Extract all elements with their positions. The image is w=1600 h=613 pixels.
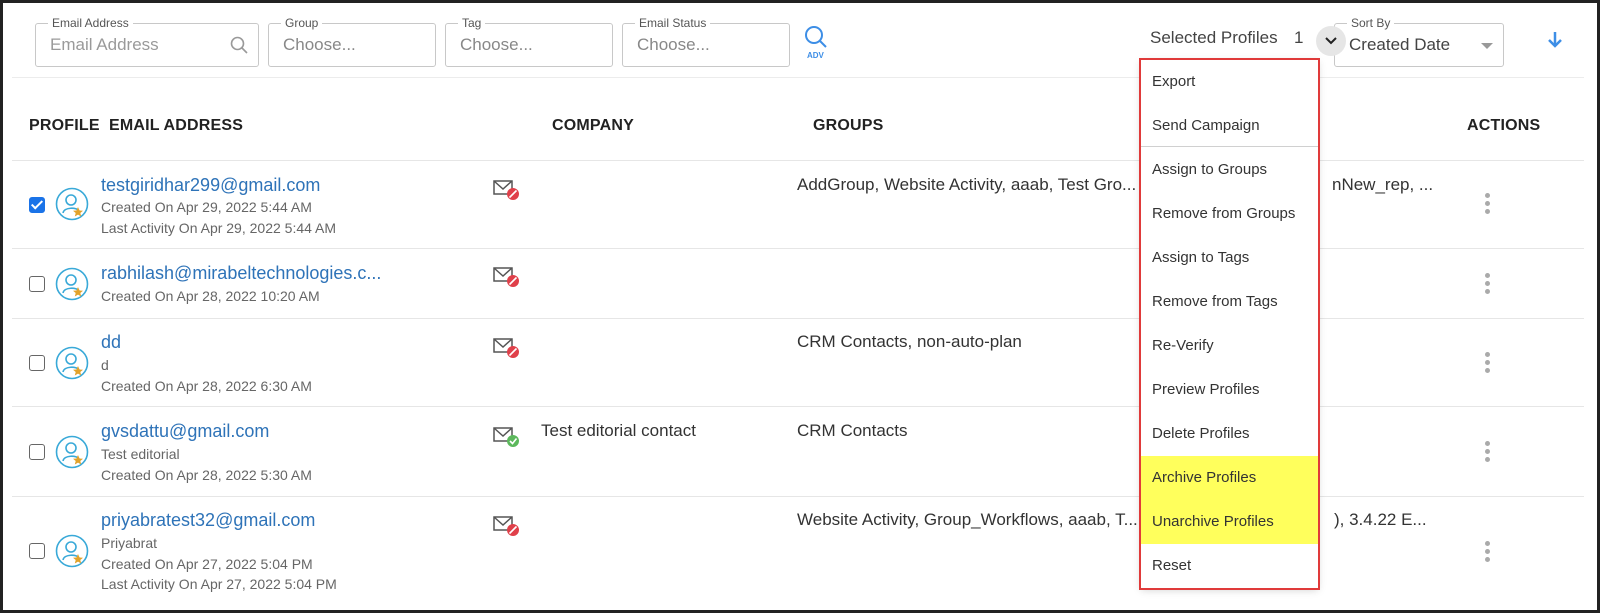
profile-created-on: Created On Apr 29, 2022 5:44 AM [101, 199, 312, 215]
email-filter-placeholder: Email Address [50, 35, 159, 54]
profile-created-on: Created On Apr 27, 2022 5:04 PM [101, 556, 313, 572]
menu-item-re-verify[interactable]: Re-Verify [1141, 324, 1318, 368]
row-checkbox[interactable] [29, 355, 45, 371]
menu-item-export[interactable]: Export [1141, 60, 1318, 104]
profile-email-link[interactable]: testgiridhar299@gmail.com [101, 175, 320, 196]
group-filter-value: Choose... [283, 35, 356, 54]
menu-item-send-campaign[interactable]: Send Campaign [1141, 104, 1318, 148]
profile-description: Priyabrat [101, 535, 158, 551]
email-filter-label: Email Address [48, 16, 133, 30]
advanced-search-icon [805, 26, 827, 48]
menu-item-assign-to-tags[interactable]: Assign to Tags [1141, 236, 1318, 280]
sort-by-value: Created Date [1349, 35, 1451, 54]
arrow-down-icon [1548, 32, 1562, 48]
menu-item-assign-to-groups[interactable]: Assign to Groups [1141, 148, 1318, 192]
column-header-actions: ACTIONS [1467, 117, 1541, 134]
profile-groups: CRM Contacts, non-auto-plan [797, 332, 1022, 351]
column-header-profile[interactable]: PROFILE [29, 117, 100, 135]
profile-avatar-icon[interactable] [55, 534, 89, 568]
row-actions-menu-icon[interactable] [1482, 541, 1492, 563]
sort-by-select[interactable]: Sort By Created Date [1334, 16, 1504, 67]
profile-groups: CRM Contacts [797, 421, 908, 440]
profile-description: Test editorial [101, 446, 180, 462]
tag-filter-value: Choose... [460, 35, 533, 54]
row-actions-menu-icon[interactable] [1482, 441, 1492, 463]
profile-groups: AddGroup, Website Activity, aaab, Test G… [797, 175, 1137, 194]
profile-last-activity: Last Activity On Apr 29, 2022 5:44 AM [101, 220, 337, 236]
advanced-search-button[interactable]: ADV [803, 24, 833, 64]
profile-company: Test editorial contact [541, 421, 696, 440]
menu-item-archive-profiles[interactable]: Archive Profiles [1141, 456, 1318, 500]
profile-groups-overflow: nNew_rep, ... [1332, 175, 1434, 194]
email-verified-icon [493, 426, 521, 448]
email-status-filter-label: Email Status [635, 16, 711, 30]
profile-avatar-icon[interactable] [55, 435, 89, 469]
menu-item-remove-from-tags[interactable]: Remove from Tags [1141, 280, 1318, 324]
sort-direction-button[interactable] [1547, 30, 1563, 55]
profile-last-activity: Last Activity On Apr 27, 2022 5:04 PM [101, 576, 337, 592]
selected-profiles-count: 1 [1294, 28, 1304, 47]
menu-item-reset[interactable]: Reset [1141, 544, 1318, 588]
menu-item-unarchive-profiles[interactable]: Unarchive Profiles [1141, 500, 1318, 544]
group-filter-select[interactable]: Group Choose... [268, 16, 436, 67]
table-row[interactable]: dd d Created On Apr 28, 2022 6:30 AM CRM… [12, 318, 1584, 406]
row-checkbox[interactable] [29, 543, 45, 559]
column-header-groups[interactable]: GROUPS [813, 117, 884, 135]
menu-item-remove-from-groups[interactable]: Remove from Groups [1141, 192, 1318, 236]
email-filter-field[interactable]: Email Address Email Address [35, 16, 259, 67]
profile-avatar-icon[interactable] [55, 267, 89, 301]
profile-created-on: Created On Apr 28, 2022 5:30 AM [101, 467, 312, 483]
selected-profiles-label: Selected Profiles [1150, 28, 1278, 47]
profile-email-link[interactable]: rabhilash@mirabeltechnologies.c... [101, 263, 381, 284]
menu-item-delete-profiles[interactable]: Delete Profiles [1141, 412, 1318, 456]
chevron-down-icon [1481, 43, 1493, 49]
table-row[interactable]: testgiridhar299@gmail.com Created On Apr… [12, 160, 1584, 248]
email-status-filter-select[interactable]: Email Status Choose... [622, 16, 790, 67]
column-header-email[interactable]: EMAIL ADDRESS [109, 117, 243, 135]
tag-filter-label: Tag [458, 16, 486, 30]
advanced-search-label: ADV [807, 51, 824, 60]
profile-created-on: Created On Apr 28, 2022 6:30 AM [101, 378, 312, 394]
menu-divider [1141, 146, 1318, 147]
row-actions-menu-icon[interactable] [1482, 273, 1492, 295]
profile-groups: Website Activity, Group_Workflows, aaab,… [797, 510, 1138, 529]
group-filter-label: Group [281, 16, 323, 30]
sort-by-label: Sort By [1347, 16, 1395, 30]
tag-filter-select[interactable]: Tag Choose... [445, 16, 613, 67]
email-blocked-icon [493, 337, 521, 359]
table-row[interactable]: gvsdattu@gmail.com Test editorial Create… [12, 406, 1584, 496]
profile-description: d [101, 357, 109, 373]
selected-profiles-menu: Export Send Campaign Assign to Groups Re… [1141, 60, 1318, 588]
selected-profiles-menu-toggle[interactable] [1316, 26, 1346, 56]
profile-created-on: Created On Apr 28, 2022 10:20 AM [101, 288, 320, 304]
email-status-filter-value: Choose... [637, 35, 710, 54]
search-icon[interactable] [230, 36, 248, 59]
profile-avatar-icon[interactable] [55, 187, 89, 221]
profile-avatar-icon[interactable] [55, 346, 89, 380]
profile-email-link[interactable]: gvsdattu@gmail.com [101, 421, 269, 442]
column-header-company[interactable]: COMPANY [552, 117, 634, 135]
email-blocked-icon [493, 515, 521, 537]
profile-groups-overflow: ), 3.4.22 E... [1334, 510, 1427, 529]
row-checkbox[interactable] [29, 444, 45, 460]
table-row[interactable]: rabhilash@mirabeltechnologies.c... Creat… [12, 248, 1584, 318]
profile-email-link[interactable]: dd [101, 332, 121, 353]
profile-email-link[interactable]: priyabratest32@gmail.com [101, 510, 315, 531]
row-checkbox[interactable] [29, 197, 45, 213]
row-checkbox[interactable] [29, 276, 45, 292]
row-actions-menu-icon[interactable] [1482, 193, 1492, 215]
email-blocked-icon [493, 266, 521, 288]
email-blocked-icon [493, 179, 521, 201]
filter-bar: Email Address Email Address Group Choose… [12, 8, 1584, 78]
menu-item-preview-profiles[interactable]: Preview Profiles [1141, 368, 1318, 412]
table-row[interactable]: priyabratest32@gmail.com Priyabrat Creat… [12, 496, 1584, 600]
chevron-down-icon [1325, 37, 1337, 45]
row-actions-menu-icon[interactable] [1482, 352, 1492, 374]
